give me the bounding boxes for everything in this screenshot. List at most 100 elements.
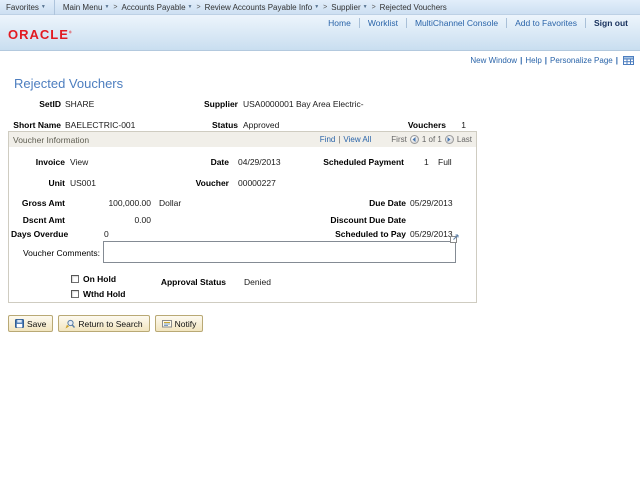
rejected-vouchers-page: Favorites ▼ Main Menu ▼ > Accounts Payab…: [0, 0, 640, 480]
breadcrumb-separator: >: [113, 3, 118, 11]
approval-status-label: Approval Status: [160, 277, 226, 287]
supplier-id-value: USA0000001: [243, 99, 294, 109]
wthd-hold-checkbox[interactable]: [71, 290, 79, 298]
date-label: Date: [210, 157, 229, 167]
vouchers-label: Vouchers: [407, 120, 446, 130]
breadcrumb-item-supplier[interactable]: Supplier ▼: [331, 3, 367, 12]
chevron-down-icon: ▼: [187, 4, 193, 10]
status-value: Approved: [243, 120, 280, 130]
vouchers-count: 1: [461, 120, 466, 130]
breadcrumb-item-label: Review Accounts Payable Info: [204, 2, 313, 12]
home-link[interactable]: Home: [320, 18, 359, 28]
days-overdue-value: 0: [104, 229, 109, 239]
breadcrumb-separator: >: [371, 3, 376, 11]
grid-tools: Find | View All First 1 of 1 Last: [320, 135, 472, 144]
return-to-search-icon: [65, 319, 76, 328]
new-window-link[interactable]: New Window: [470, 56, 517, 65]
dscnt-amt-value: 0.00: [134, 215, 151, 225]
worklist-link[interactable]: Worklist: [360, 18, 406, 28]
voucher-information-header: Voucher Information Find | View All Firs…: [9, 132, 476, 147]
next-row-icon[interactable]: [444, 135, 454, 144]
voucher-number-value: 00000227: [238, 178, 276, 188]
scheduled-payment-label: Scheduled Payment: [323, 157, 404, 167]
chevron-down-icon: ▼: [362, 4, 368, 10]
unit-value: US001: [70, 178, 96, 188]
add-to-favorites-link[interactable]: Add to Favorites: [507, 18, 585, 28]
on-hold-checkbox[interactable]: [71, 275, 79, 283]
breadcrumb-main-menu-label: Main Menu: [62, 2, 103, 12]
voucher-comments-input[interactable]: [103, 241, 456, 263]
sign-out-link[interactable]: Sign out: [586, 18, 636, 28]
voucher-label: Voucher: [195, 178, 229, 188]
notify-button-label: Notify: [174, 318, 197, 329]
return-to-search-button[interactable]: Return to Search: [58, 315, 150, 332]
help-link[interactable]: Help: [525, 56, 541, 65]
setid-label: SetID: [39, 99, 61, 109]
discount-due-date-label: Discount Due Date: [330, 215, 406, 225]
approval-status-value: Denied: [244, 277, 271, 287]
wthd-hold-label: Wthd Hold: [83, 289, 126, 299]
save-button-label: Save: [27, 318, 47, 329]
breadcrumb-main-menu[interactable]: Main Menu ▼: [63, 3, 110, 12]
setid-value: SHARE: [65, 99, 95, 109]
scheduled-payment-value: 1: [424, 157, 429, 167]
expand-comments-icon[interactable]: [450, 234, 459, 243]
header-nav: Home Worklist MultiChannel Console Add t…: [320, 18, 636, 28]
row-counter: 1 of 1: [421, 135, 442, 144]
save-disk-icon: [15, 319, 24, 328]
chevron-down-icon: ▼: [40, 4, 46, 10]
days-overdue-label: Days Overdue: [11, 229, 69, 239]
chevron-down-icon: ▼: [314, 4, 320, 10]
supplier-name-value: Bay Area Electric-: [296, 99, 364, 109]
on-hold-label: On Hold: [83, 274, 117, 284]
short-name-value: BAELECTRIC-001: [65, 120, 136, 130]
oracle-logo: ORACLE®: [8, 27, 73, 42]
page-utility-bar: New Window | Help | Personalize Page |: [470, 56, 634, 65]
breadcrumb: Favorites ▼ Main Menu ▼ > Accounts Payab…: [0, 0, 640, 15]
personalize-page-link[interactable]: Personalize Page: [550, 56, 613, 65]
invoice-label: Invoice: [35, 157, 65, 167]
utility-divider: |: [544, 56, 548, 65]
scheduled-to-pay-value: 05/29/2013: [410, 229, 453, 239]
save-button[interactable]: Save: [8, 315, 54, 332]
breadcrumb-item-accounts-payable[interactable]: Accounts Payable ▼: [121, 3, 192, 12]
breadcrumb-separator: >: [196, 3, 201, 11]
breadcrumb-item-label: Rejected Vouchers: [379, 2, 447, 12]
voucher-information-box: Voucher Information Find | View All Firs…: [8, 131, 477, 303]
notify-button[interactable]: Notify: [154, 315, 204, 332]
due-date-value: 05/29/2013: [410, 198, 453, 208]
header-band: ORACLE® Home Worklist MultiChannel Conso…: [0, 15, 640, 51]
previous-row-icon[interactable]: [409, 135, 419, 144]
breadcrumb-favorites[interactable]: Favorites ▼: [6, 3, 46, 12]
gross-amt-label: Gross Amt: [21, 198, 65, 208]
voucher-information-title: Voucher Information: [13, 134, 90, 145]
toolbar: Save Return to Search Notify: [8, 315, 204, 332]
status-label: Status: [212, 120, 238, 130]
view-all-link[interactable]: View All: [343, 135, 371, 144]
utility-divider: |: [520, 56, 523, 65]
dscnt-amt-label: Dscnt Amt: [22, 215, 65, 225]
return-to-search-button-label: Return to Search: [78, 318, 143, 329]
breadcrumb-separator: >: [323, 3, 328, 11]
breadcrumb-favorites-label: Favorites: [6, 2, 39, 12]
last-label[interactable]: Last: [457, 135, 472, 144]
short-name-label: Short Name: [13, 120, 61, 130]
find-link[interactable]: Find: [320, 135, 336, 144]
unit-label: Unit: [48, 178, 65, 188]
chevron-down-icon: ▼: [104, 4, 110, 10]
due-date-label: Due Date: [369, 198, 406, 208]
currency-value: Dollar: [159, 198, 182, 208]
supplier-label: Supplier: [203, 99, 238, 109]
scheduled-to-pay-label: Scheduled to Pay: [335, 229, 406, 239]
tools-divider: |: [338, 135, 341, 144]
breadcrumb-item-label: Supplier: [331, 2, 361, 12]
page-title: Rejected Vouchers: [14, 76, 124, 91]
voucher-comments-label: Voucher Comments:: [22, 248, 100, 258]
first-label[interactable]: First: [391, 135, 407, 144]
multichannel-console-link[interactable]: MultiChannel Console: [407, 18, 506, 28]
breadcrumb-divider: [53, 0, 55, 15]
scheduled-payment-type: Full: [438, 157, 452, 167]
page-layout-icon[interactable]: [623, 56, 634, 65]
breadcrumb-item-review-ap-info[interactable]: Review Accounts Payable Info ▼: [205, 3, 320, 12]
breadcrumb-item-label: Accounts Payable: [121, 2, 186, 12]
